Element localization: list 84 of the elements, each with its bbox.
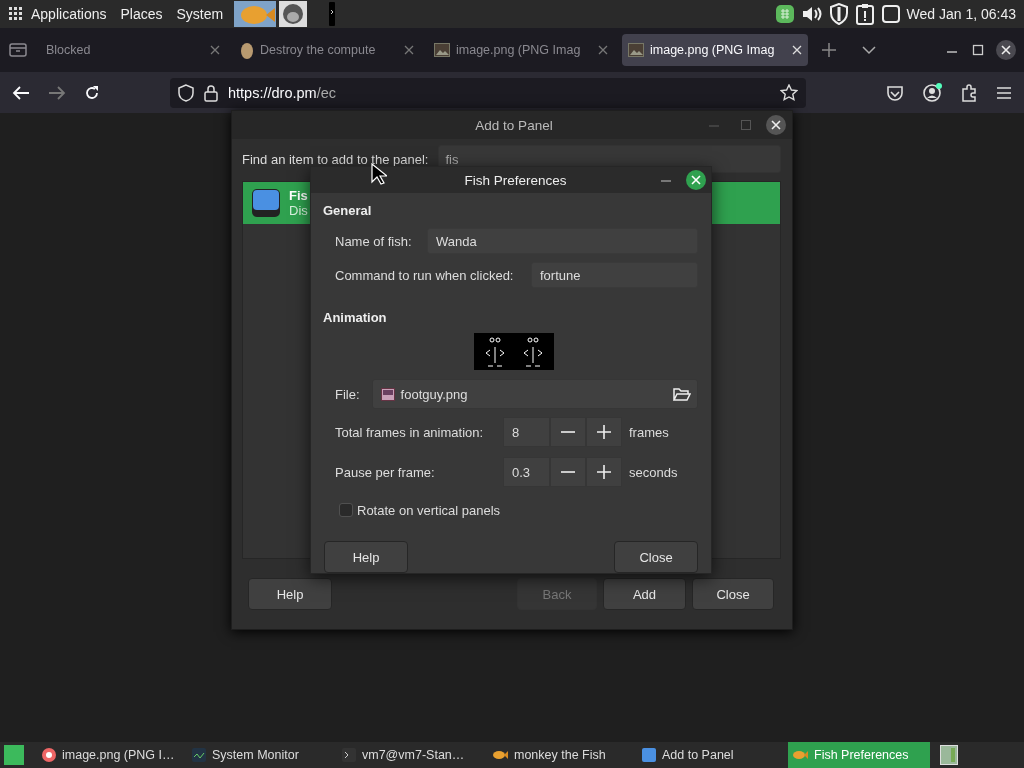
window-title: Fish Preferences: [464, 172, 567, 188]
clipboard-icon: [854, 3, 875, 25]
item-description: Dis: [289, 203, 308, 218]
item-name: Fis: [289, 188, 308, 203]
workspace-switcher-icon[interactable]: [940, 745, 958, 765]
shield-icon: [828, 3, 849, 25]
window-icon: [880, 4, 901, 24]
fish-icon: [792, 748, 808, 762]
fish-app-icon[interactable]: [234, 1, 277, 27]
increment-button[interactable]: [586, 457, 622, 487]
new-tab-icon[interactable]: [822, 43, 836, 57]
menu-item[interactable]: Applications: [24, 6, 114, 22]
account-icon[interactable]: [922, 82, 942, 103]
plus-icon: [597, 425, 611, 439]
decrement-button[interactable]: [550, 417, 586, 447]
checkbox[interactable]: [339, 503, 353, 517]
fish-icon: [492, 748, 508, 762]
menu-item[interactable]: Places: [113, 6, 170, 22]
image-file-icon: [380, 387, 395, 401]
taskbar-item[interactable]: monkey the Fish: [488, 742, 630, 768]
unit-label: frames: [629, 424, 669, 440]
reload-icon[interactable]: [84, 84, 100, 101]
terminal-icon: [342, 748, 356, 762]
lock-icon: [204, 83, 218, 102]
dialog-button[interactable]: Help: [248, 578, 332, 610]
dialog-button[interactable]: Close: [614, 541, 698, 573]
browser-tab[interactable]: Blocked: [40, 34, 226, 66]
extensions-icon[interactable]: [960, 83, 978, 102]
text-field[interactable]: Wanda: [427, 228, 698, 254]
image-icon: [434, 43, 450, 57]
dialog-button[interactable]: Close: [692, 578, 774, 610]
browser-icon: [42, 748, 56, 762]
window-title: Add to Panel: [474, 117, 554, 133]
field-label: Total frames in animation:: [335, 424, 485, 440]
mouse-pointer-icon: [371, 163, 387, 185]
applet-icon: [329, 2, 336, 26]
field-label: File:: [335, 386, 360, 402]
folder-open-icon: [673, 386, 691, 402]
menu-icon[interactable]: [996, 85, 1012, 100]
forward-icon[interactable]: [48, 84, 66, 101]
decrement-button[interactable]: [550, 457, 586, 487]
address-bar[interactable]: https://dro.pm/ec: [170, 77, 806, 108]
section-heading: General: [323, 203, 373, 218]
volume-icon: [800, 4, 823, 24]
image-icon: [628, 43, 644, 57]
dialog-button[interactable]: Add: [603, 578, 686, 610]
section-heading: Animation: [323, 310, 388, 325]
taskbar-item[interactable]: image.png (PNG I…: [38, 742, 180, 768]
text-field[interactable]: fortune: [531, 262, 698, 288]
bookmark-star-icon[interactable]: [780, 83, 798, 102]
increment-button[interactable]: [586, 417, 622, 447]
field-label: Command to run when clicked:: [335, 267, 514, 283]
field-label: Name of fish:: [335, 233, 412, 249]
browser-tab[interactable]: image.png (PNG Imag: [622, 34, 808, 66]
chevron-down-icon[interactable]: [862, 45, 876, 55]
shield-icon: [178, 83, 194, 102]
pocket-icon[interactable]: [886, 83, 904, 102]
checkbox-label: Rotate on vertical panels: [357, 502, 501, 518]
apps-grid-icon[interactable]: [8, 6, 24, 22]
file-chooser[interactable]: footguy.png: [371, 379, 698, 409]
tab-list-icon[interactable]: [8, 42, 28, 58]
menu-item[interactable]: System: [169, 6, 231, 22]
unit-label: seconds: [629, 464, 678, 480]
plus-icon: [597, 465, 611, 479]
browser-tab[interactable]: Destroy the compute: [234, 34, 420, 66]
dialog-button[interactable]: Help: [324, 541, 408, 573]
monkey-app-icon[interactable]: [279, 1, 308, 27]
network-icon: [774, 4, 795, 24]
number-field[interactable]: 8: [503, 417, 550, 447]
close-icon[interactable]: [686, 170, 706, 190]
browser-tab[interactable]: image.png (PNG Imag: [428, 34, 614, 66]
close-icon[interactable]: [766, 115, 786, 135]
search-label: Find an item to add to the panel:: [242, 151, 429, 167]
number-field[interactable]: 0.3: [503, 457, 550, 487]
close-icon[interactable]: [996, 40, 1016, 60]
field-label: Pause per frame:: [335, 464, 436, 480]
taskbar-item[interactable]: vm7@vm7-Stan…: [338, 742, 480, 768]
panel-applet-icon: [251, 188, 281, 218]
back-icon[interactable]: [12, 84, 30, 101]
taskbar-item[interactable]: Add to Panel: [638, 742, 780, 768]
panel-icon: [642, 748, 656, 762]
monitor-icon: [192, 748, 206, 762]
taskbar-item[interactable]: System Monitor: [188, 742, 330, 768]
clock[interactable]: Wed Jan 1, 06:43: [906, 6, 1016, 22]
